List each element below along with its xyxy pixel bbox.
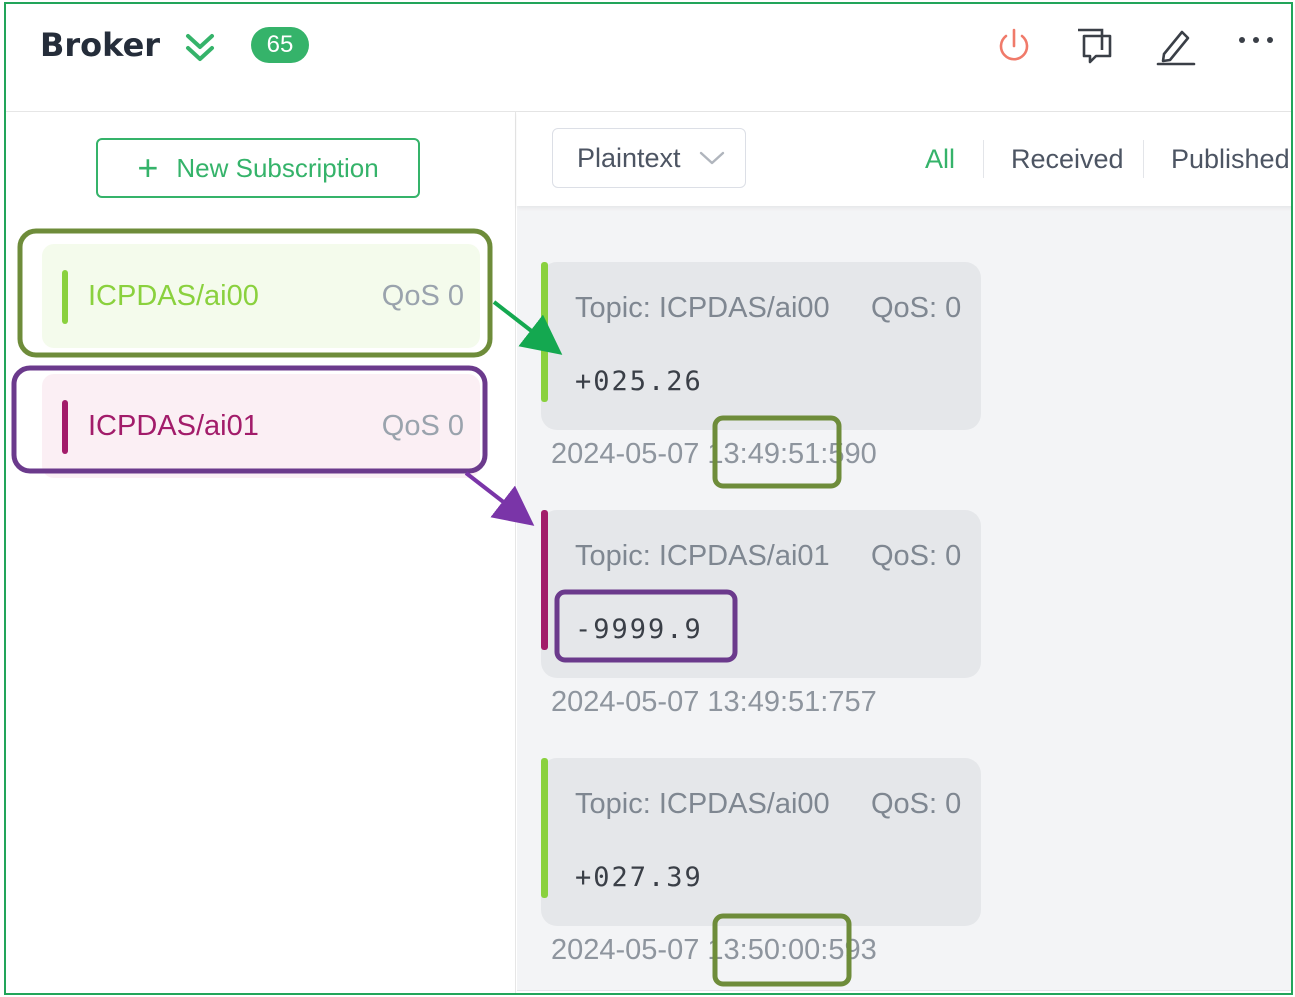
message-color-bar: [541, 262, 548, 402]
message-qos: QoS: 0: [871, 292, 962, 324]
subscriptions-panel: + New Subscription ICPDAS/ai00 QoS 0 ICP…: [6, 112, 516, 993]
subscription-item-ai01[interactable]: ICPDAS/ai01 QoS 0: [42, 374, 480, 478]
message-payload: +025.26: [575, 366, 703, 397]
edit-icon[interactable]: [1154, 24, 1198, 68]
chevron-down-icon: [699, 151, 724, 165]
subscription-qos: QoS 0: [381, 280, 464, 312]
message-color-bar: [541, 510, 548, 650]
message-topic: Topic: ICPDAS/ai00: [575, 292, 830, 324]
message-timestamp: 2024-05-07 13:50:00:593: [551, 934, 877, 966]
message-topic: Topic: ICPDAS/ai01: [575, 540, 830, 572]
messages-panel: Plaintext All Received Published Topic: …: [517, 112, 1291, 993]
subscription-qos: QoS 0: [381, 410, 464, 442]
message-input-edge: [517, 990, 1291, 993]
chevron-double-down-icon[interactable]: [182, 30, 218, 66]
message-payload: -9999.9: [575, 614, 703, 645]
message-color-bar: [541, 758, 548, 898]
tab-received[interactable]: Received: [1011, 144, 1124, 175]
subscription-topic: ICPDAS/ai01: [88, 410, 259, 442]
power-icon[interactable]: [992, 24, 1036, 68]
message-count-badge: 65: [251, 27, 309, 63]
subscription-item-ai00[interactable]: ICPDAS/ai00 QoS 0: [42, 244, 480, 348]
message-bubble[interactable]: Topic: ICPDAS/ai00 QoS: 0 +025.26: [541, 262, 981, 430]
message-payload: +027.39: [575, 862, 703, 893]
chat-icon[interactable]: [1072, 24, 1116, 68]
tab-divider: [1143, 140, 1144, 178]
tab-divider: [983, 140, 984, 178]
message-bubble[interactable]: Topic: ICPDAS/ai00 QoS: 0 +027.39: [541, 758, 981, 926]
subscription-topic: ICPDAS/ai00: [88, 280, 259, 312]
message-bubble[interactable]: Topic: ICPDAS/ai01 QoS: 0 -9999.9: [541, 510, 981, 678]
app-window: Broker 65 + New Subscription ICPDAS/ai00…: [4, 2, 1293, 995]
subscription-color-bar: [62, 400, 68, 454]
connection-header: Broker 65: [6, 4, 1291, 112]
plus-icon: +: [137, 147, 159, 188]
message-qos: QoS: 0: [871, 540, 962, 572]
new-subscription-label: New Subscription: [176, 152, 379, 183]
payload-format-value: Plaintext: [577, 142, 681, 173]
connection-title: Broker: [40, 26, 161, 64]
message-topic: Topic: ICPDAS/ai00: [575, 788, 830, 820]
subscription-color-bar: [62, 270, 68, 324]
tab-published[interactable]: Published: [1171, 144, 1290, 175]
message-timestamp: 2024-05-07 13:49:51:590: [551, 438, 877, 470]
messages-toolbar: Plaintext All Received Published: [517, 112, 1291, 206]
message-qos: QoS: 0: [871, 788, 962, 820]
message-timestamp: 2024-05-07 13:49:51:757: [551, 686, 877, 718]
payload-format-select[interactable]: Plaintext: [552, 128, 746, 188]
new-subscription-button[interactable]: + New Subscription: [96, 138, 420, 198]
more-icon[interactable]: [1234, 24, 1278, 68]
tab-all[interactable]: All: [925, 144, 955, 175]
